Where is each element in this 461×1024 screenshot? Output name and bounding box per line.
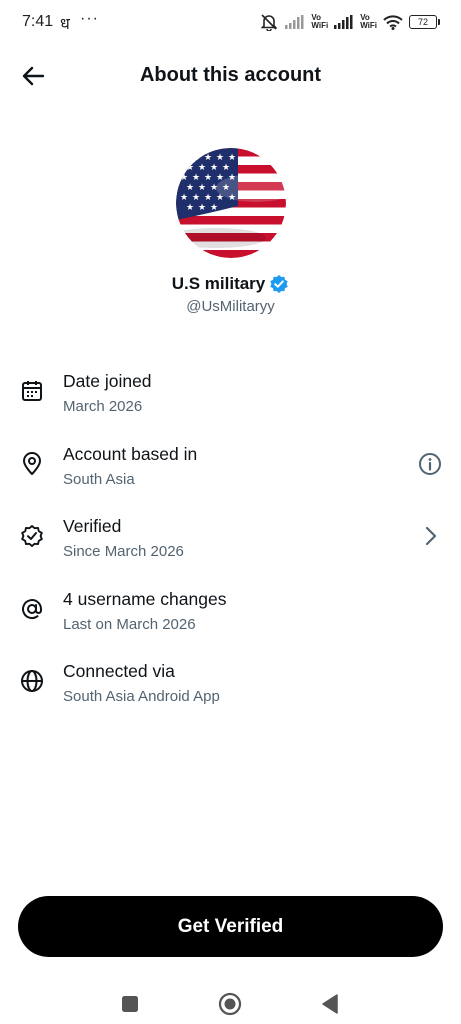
info-title: 4 username changes bbox=[63, 588, 227, 609]
svg-text:★: ★ bbox=[198, 183, 206, 193]
info-subtitle: South Asia Android App bbox=[63, 688, 220, 705]
mute-icon bbox=[259, 13, 279, 31]
back-triangle-icon bbox=[322, 994, 338, 1014]
display-name: U.S military bbox=[171, 274, 266, 293]
location-pin-icon bbox=[19, 451, 45, 477]
info-title: Verified bbox=[63, 516, 122, 536]
svg-text:★: ★ bbox=[180, 193, 188, 203]
svg-text:★: ★ bbox=[204, 153, 212, 163]
status-icons: Vo WiFi Vo WiFi 72 bbox=[259, 12, 440, 32]
signal-icon bbox=[334, 15, 354, 29]
svg-text:★: ★ bbox=[210, 203, 218, 213]
display-name-row: U.S military bbox=[0, 274, 461, 294]
svg-text:★: ★ bbox=[180, 173, 188, 183]
svg-text:★: ★ bbox=[186, 183, 194, 193]
get-verified-button[interactable]: Get Verified bbox=[18, 896, 443, 957]
system-nav-bar bbox=[0, 976, 461, 1024]
svg-text:★: ★ bbox=[210, 163, 218, 173]
svg-text:★: ★ bbox=[204, 193, 212, 203]
status-more-dots: ··· bbox=[80, 10, 99, 27]
info-subtitle: March 2026 bbox=[63, 398, 143, 415]
wifi-icon bbox=[383, 14, 403, 30]
recents-square-icon bbox=[122, 996, 138, 1012]
at-sign-icon bbox=[19, 596, 45, 622]
info-row-username-changes: 4 username changes Last on March 2026 bbox=[0, 580, 461, 653]
signal-icon bbox=[285, 15, 305, 29]
verified-details-button[interactable] bbox=[415, 521, 445, 551]
status-bar: 7:41 ध ··· Vo WiFi Vo WiFi 72 bbox=[0, 0, 461, 44]
home-circle-icon bbox=[218, 992, 242, 1016]
verified-badge-icon bbox=[270, 275, 288, 293]
info-subtitle: Since March 2026 bbox=[63, 543, 184, 560]
info-title: Connected via bbox=[63, 661, 175, 681]
info-row-connected-via: Connected via South Asia Android App bbox=[0, 652, 461, 725]
svg-text:★: ★ bbox=[192, 193, 200, 203]
info-title: Date joined bbox=[63, 371, 152, 391]
back-nav-button[interactable] bbox=[310, 984, 350, 1024]
vowifi-icon: Vo WiFi bbox=[360, 13, 377, 30]
battery-icon: 72 bbox=[409, 15, 440, 29]
page-title: About this account bbox=[139, 64, 322, 86]
status-time: 7:41 bbox=[22, 13, 54, 30]
info-icon bbox=[419, 452, 441, 475]
svg-text:★: ★ bbox=[180, 153, 188, 163]
vowifi-icon: Vo WiFi bbox=[311, 13, 329, 30]
recents-button[interactable] bbox=[110, 984, 150, 1024]
info-subtitle: Last on March 2026 bbox=[63, 615, 196, 633]
globe-icon bbox=[19, 668, 45, 694]
svg-text:★: ★ bbox=[186, 163, 194, 173]
svg-text:★: ★ bbox=[216, 153, 224, 163]
status-glyph: ध bbox=[60, 16, 70, 33]
verified-badge-icon bbox=[19, 523, 45, 549]
svg-text:★: ★ bbox=[186, 203, 194, 213]
info-subtitle: South Asia bbox=[63, 470, 135, 488]
avatar[interactable]: ★ ★ ★ ★ ★ ★ ★ ★ ★ ★ ★ ★ ★ ★ ★ ★ ★ ★ ★ ★ ★ ★ ★ ★ ★ ★ bbox=[176, 148, 286, 258]
info-row-account-based-in: Account based in South Asia bbox=[0, 435, 461, 508]
svg-text:★: ★ bbox=[192, 173, 200, 183]
svg-text:★: ★ bbox=[222, 163, 230, 173]
header: About this account bbox=[0, 50, 461, 102]
svg-text:★: ★ bbox=[204, 173, 212, 183]
info-row-verified[interactable]: Verified Since March 2026 bbox=[0, 507, 461, 580]
us-flag-image: ★ ★ ★ ★ ★ ★ ★ ★ ★ ★ ★ ★ ★ ★ ★ ★ ★ ★ ★ ★ ★ ★ ★ ★ ★ ★ bbox=[176, 148, 286, 258]
info-title: Account based in bbox=[63, 443, 198, 464]
svg-text:★: ★ bbox=[228, 153, 236, 163]
handle: @UsMilitaryy bbox=[186, 298, 275, 315]
info-button[interactable] bbox=[415, 449, 445, 479]
info-list: Date joined March 2026 Account based in … bbox=[0, 362, 461, 725]
svg-text:★: ★ bbox=[198, 203, 206, 213]
home-button[interactable] bbox=[210, 984, 250, 1024]
svg-text:★: ★ bbox=[198, 163, 206, 173]
svg-text:★: ★ bbox=[192, 153, 200, 163]
info-row-date-joined: Date joined March 2026 bbox=[0, 362, 461, 435]
chevron-right-icon bbox=[425, 526, 437, 546]
calendar-icon bbox=[19, 378, 45, 404]
